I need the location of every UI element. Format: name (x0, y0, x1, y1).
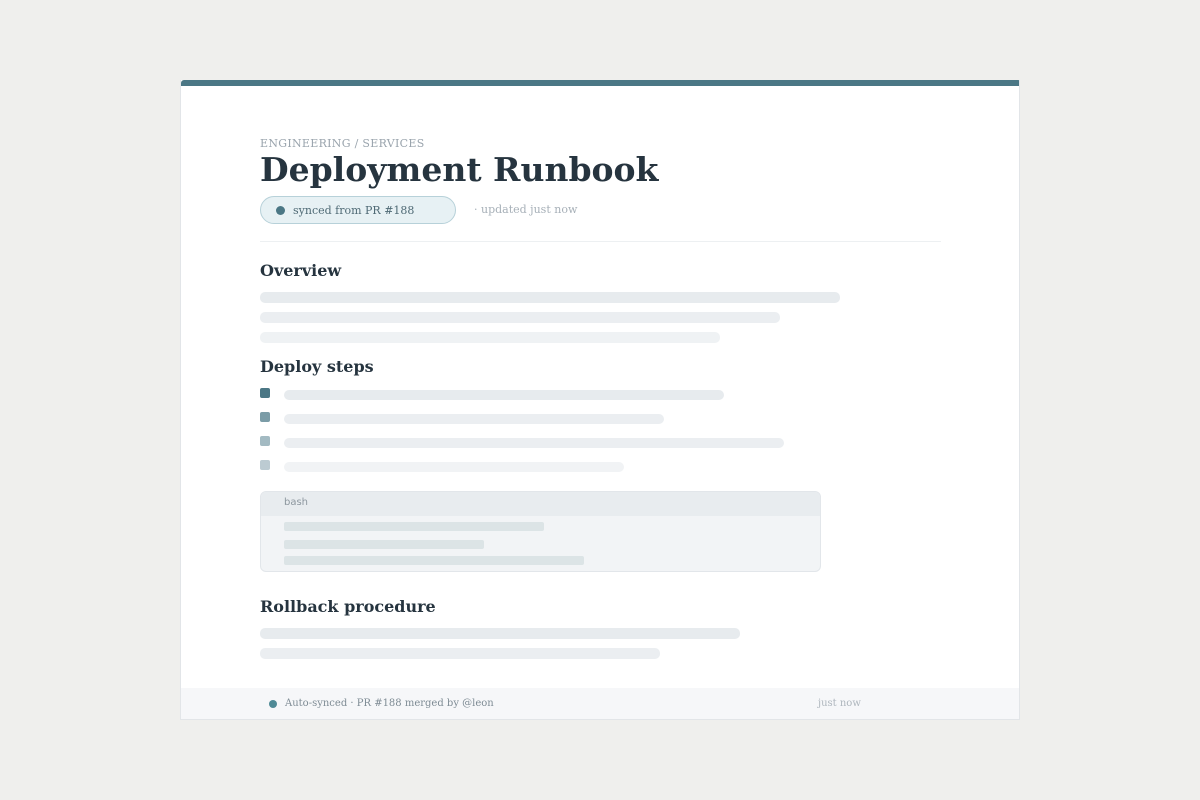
section-heading-overview: Overview (260, 261, 342, 280)
code-block-header: bash (261, 492, 820, 516)
updated-timestamp: · updated just now (474, 203, 578, 216)
sync-footer: Auto-synced · PR #188 merged by @leon ju… (181, 688, 1019, 719)
step-text-line (284, 462, 624, 472)
sync-dot-icon (276, 205, 285, 215)
sync-badge-label: synced from PR #188 (293, 203, 415, 217)
footer-sync-status[interactable]: Auto-synced · PR #188 merged by @leon (285, 698, 494, 709)
step-checkbox[interactable] (260, 460, 270, 470)
step-checkbox[interactable] (260, 436, 270, 446)
rollback-text-line (260, 648, 660, 659)
overview-text-line (260, 292, 840, 303)
section-heading-rollback: Rollback procedure (260, 597, 436, 616)
step-checkbox[interactable] (260, 412, 270, 422)
breadcrumb[interactable]: ENGINEERING / SERVICES (260, 137, 425, 150)
code-line (284, 540, 484, 549)
page-title: Deployment Runbook (260, 150, 659, 189)
header-divider (260, 241, 941, 242)
rollback-text-line (260, 628, 740, 639)
step-checkbox[interactable] (260, 388, 270, 398)
code-line (284, 522, 544, 531)
overview-text-line (260, 332, 720, 343)
code-language-label: bash (284, 497, 309, 508)
sync-status-dot-icon (269, 700, 277, 708)
top-accent-bar (181, 80, 1019, 86)
footer-timestamp: just now (818, 698, 861, 709)
code-line (284, 556, 584, 565)
step-text-line (284, 390, 724, 400)
overview-text-line (260, 312, 780, 323)
step-text-line (284, 414, 664, 424)
code-block[interactable]: bash (260, 491, 821, 572)
section-heading-deploy-steps: Deploy steps (260, 357, 374, 376)
step-text-line (284, 438, 784, 448)
runbook-document: ENGINEERING / SERVICES Deployment Runboo… (180, 80, 1020, 720)
sync-status-badge[interactable]: synced from PR #188 (260, 196, 456, 224)
